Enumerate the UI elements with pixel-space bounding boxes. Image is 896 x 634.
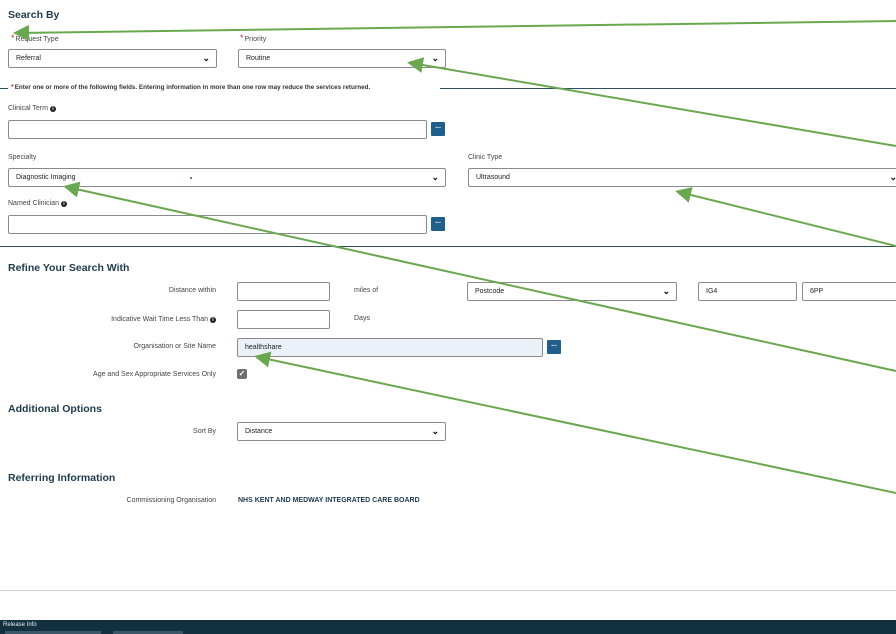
- annotation-arrows: [13, 20, 896, 494]
- arrow-request-type: [13, 20, 896, 41]
- arrow-priority: [407, 57, 896, 147]
- arrow-clinic-type: [675, 187, 896, 247]
- arrow-org-site: [254, 351, 896, 494]
